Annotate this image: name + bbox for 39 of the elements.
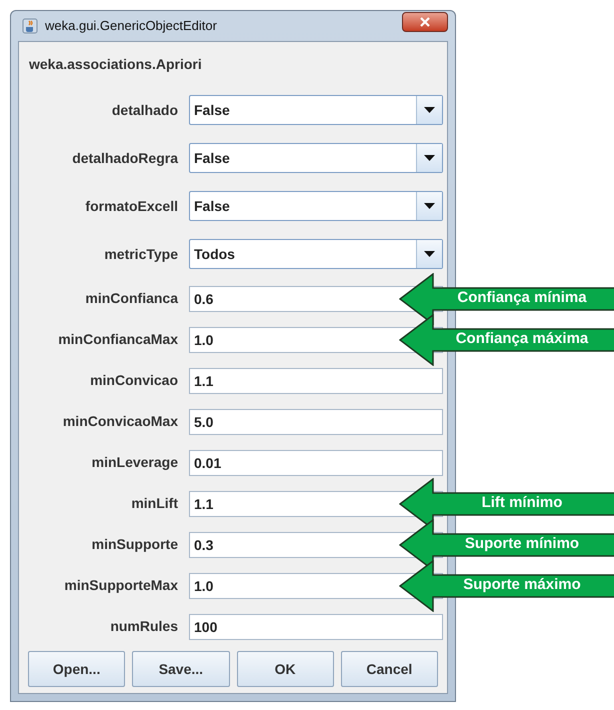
dropdown[interactable]: False <box>189 191 443 221</box>
property-label: minConvicao <box>89 371 179 390</box>
property-label: detalhadoRegra <box>71 148 180 168</box>
coffee-cup-icon <box>22 18 38 34</box>
dialog-button[interactable]: Save... <box>132 651 230 687</box>
object-class-name: weka.associations.Apriori <box>29 54 202 74</box>
close-icon <box>420 17 430 27</box>
caret-icon <box>424 107 435 113</box>
dropdown[interactable]: Todos <box>189 239 443 269</box>
window-title: weka.gui.GenericObjectEditor <box>45 17 217 36</box>
callout-label: Confiança mínima <box>456 288 588 308</box>
dropdown[interactable]: False <box>189 143 443 173</box>
callout-label: Suporte mínimo <box>464 534 580 554</box>
caret-icon <box>424 251 435 257</box>
property-label: minLeverage <box>90 453 179 472</box>
property-label: metricType <box>103 244 179 264</box>
caret-icon <box>424 203 435 209</box>
dialog-button[interactable]: Cancel <box>340 651 438 687</box>
close-button[interactable] <box>402 12 448 32</box>
property-label: minConfiancaMax <box>57 330 179 349</box>
input-field[interactable]: 0.01 <box>189 450 443 476</box>
property-label: minSupporte <box>90 535 179 554</box>
property-label: formatoExcell <box>84 196 179 216</box>
property-label: detalhado <box>110 100 179 120</box>
input-field[interactable]: 100 <box>189 614 443 640</box>
callout-label: Suporte máximo <box>462 575 582 596</box>
property-label: numRules <box>109 617 179 636</box>
dropdown[interactable]: False <box>189 95 443 125</box>
property-label: minLift <box>130 494 179 513</box>
caret-icon <box>424 155 435 161</box>
property-label: minConfianca <box>84 289 180 308</box>
dialog-button[interactable]: Open... <box>28 651 126 687</box>
callout-label: Lift mínimo <box>480 493 564 514</box>
input-field[interactable]: 1.1 <box>189 368 443 394</box>
callout-label: Confiança máxima <box>454 329 590 350</box>
input-field[interactable]: 5.0 <box>189 408 443 434</box>
dialog-button[interactable]: OK <box>236 651 334 687</box>
property-label: minSupporteMax <box>63 576 179 595</box>
property-label: minConvicaoMax <box>62 412 179 431</box>
